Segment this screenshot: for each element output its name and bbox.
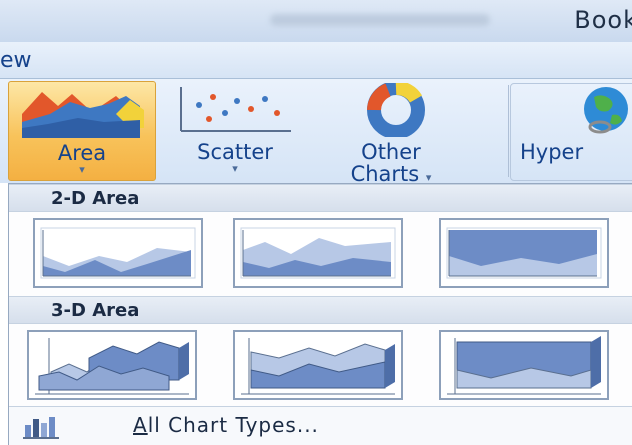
- stacked-area-2d-icon: [240, 227, 396, 279]
- stacked-area-2d-tile[interactable]: [233, 218, 403, 288]
- tab-view[interactable]: ew: [0, 48, 32, 73]
- all-chart-types-label[interactable]: All Chart Types...: [133, 413, 319, 437]
- bar-chart-icon: [23, 417, 59, 439]
- area-2d-tile[interactable]: [33, 218, 203, 288]
- window-title: Book: [574, 6, 632, 34]
- other-charts-button[interactable]: Other Charts ▾: [316, 81, 466, 185]
- stacked-area-3d-icon: [241, 338, 395, 395]
- scatter-chart-icon: [180, 87, 291, 132]
- other-label-line2: Charts ▾: [350, 162, 432, 186]
- hyperlink-label: Hyper: [520, 140, 584, 164]
- doughnut-chart-icon: [367, 81, 425, 139]
- ribbon-tab-row: ew: [0, 42, 632, 79]
- stacked-area-3d-tile[interactable]: [233, 330, 403, 400]
- title-bar: Book: [0, 0, 632, 43]
- ribbon-charts-group: Area ▾ Scatter ▾ Other Charts ▾ Hyper: [0, 79, 632, 185]
- percent-stacked-area-2d-icon: [446, 227, 602, 279]
- percent-stacked-area-3d-icon: [447, 336, 601, 395]
- area-3d-icon: [35, 338, 189, 395]
- percent-stacked-area-3d-tile[interactable]: [439, 330, 609, 400]
- section-2d-area: 2-D Area: [9, 184, 632, 212]
- hyperlink-button[interactable]: Hyper: [520, 81, 632, 181]
- chevron-down-icon: ▾: [79, 163, 85, 176]
- other-label-line1: Other: [361, 140, 421, 164]
- section-3d-area: 3-D Area: [9, 296, 632, 324]
- group-separator: [508, 85, 509, 177]
- title-blur: [270, 14, 490, 26]
- area-chart-icon: [22, 92, 144, 138]
- area-chart-gallery: 2-D Area 3-D Area All Chart Types...: [8, 183, 632, 445]
- globe-link-icon: [584, 87, 628, 134]
- scatter-chart-button[interactable]: Scatter ▾: [168, 81, 302, 181]
- area-chart-button[interactable]: Area ▾: [8, 81, 156, 181]
- area-2d-icon: [40, 227, 196, 279]
- scatter-label: Scatter: [197, 140, 273, 164]
- area-label: Area: [57, 141, 107, 165]
- area-3d-tile[interactable]: [27, 330, 197, 400]
- chevron-down-icon: ▾: [232, 162, 238, 175]
- percent-stacked-area-2d-tile[interactable]: [439, 218, 609, 288]
- all-chart-types-row[interactable]: All Chart Types...: [9, 406, 632, 445]
